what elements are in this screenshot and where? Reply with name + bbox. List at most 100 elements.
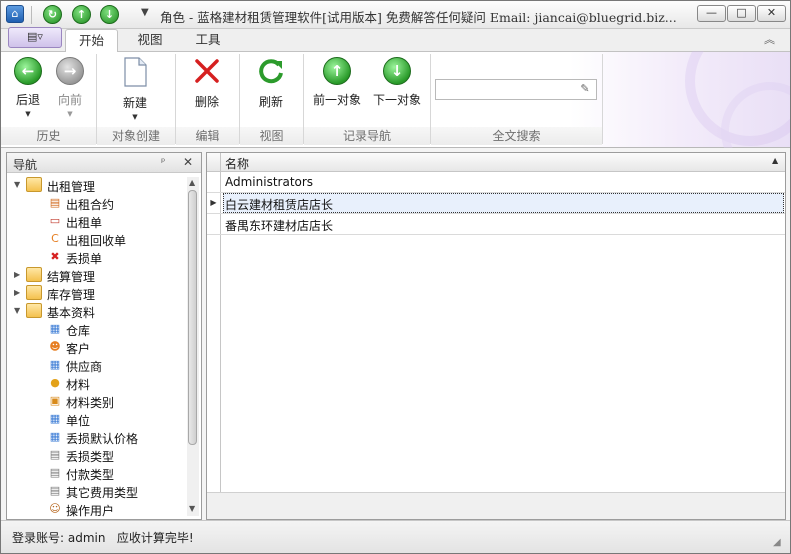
tree-item[interactable]: ▦ 丢损默认价格 [12, 428, 188, 446]
scroll-down-icon[interactable]: ▼ [189, 504, 195, 513]
tree-item[interactable]: ▤ 丢损类型 [12, 446, 188, 464]
pin-icon[interactable]: ᵖ [161, 157, 165, 168]
close-button[interactable]: ✕ [757, 5, 786, 22]
row-indicator [207, 172, 221, 192]
row-indicator-header [207, 153, 221, 172]
current-row-indicator-icon: ▶ [207, 193, 221, 213]
close-pane-icon[interactable]: ✕ [183, 155, 193, 169]
minimize-button[interactable]: — [697, 5, 726, 22]
navigation-title: 导航 [13, 158, 38, 172]
user-icon: ☺ [49, 502, 61, 515]
material-icon: ● [50, 376, 60, 389]
search-eraser-icon[interactable]: ✎ [577, 82, 593, 96]
group-separator [602, 54, 603, 144]
unit-icon: ▦ [49, 412, 61, 425]
grid-header [207, 153, 785, 172]
tree-item[interactable]: ☺ 操作用户 [12, 500, 188, 518]
refresh-button[interactable]: 刷新 [249, 57, 293, 110]
expand-arrow-icon[interactable]: ▶ [14, 270, 22, 279]
forward-arrow-icon: → [56, 57, 84, 85]
full-text-search-input[interactable] [435, 79, 597, 100]
home-icon[interactable]: ⌂ [6, 5, 24, 23]
scroll-up-icon[interactable]: ▲ [189, 178, 195, 187]
back-button[interactable]: ← 后退 ▼ [8, 57, 48, 118]
payment-type-icon: ▤ [49, 466, 61, 479]
tree-item[interactable]: ▭ 出租单 [12, 212, 188, 230]
tree-item[interactable]: ▼ 出租管理 [12, 176, 188, 194]
tree-item-label: 供应商 [66, 360, 103, 374]
tree-item-label: 操作用户 [66, 504, 115, 518]
group-label-record-navigation: 记录导航 [304, 127, 430, 145]
tree-item-label: 客户 [66, 342, 91, 356]
tab-home[interactable]: 开始 [65, 29, 118, 52]
tree-item-label: 结算管理 [47, 270, 96, 284]
tree-item[interactable]: ▶ 库存管理 [12, 284, 188, 302]
back-arrow-icon: ← [14, 57, 42, 85]
next-object-button[interactable]: ↓ 下一对象 [369, 57, 425, 108]
arrow-up-icon[interactable]: ↑ [72, 5, 91, 24]
group-label-history: 历史 [1, 127, 96, 145]
window-title: 角色 - 蓝格建材租赁管理软件[试用版本] 免费解答任何疑问 Email: ji… [160, 10, 677, 25]
expand-arrow-icon[interactable]: ▶ [14, 288, 22, 297]
collapse-ribbon-button[interactable]: ︽ [764, 31, 775, 47]
sort-ascending-icon: ▲ [772, 156, 779, 165]
tree-item[interactable]: ● 材料 [12, 374, 188, 392]
collapse-arrow-icon[interactable]: ▼ [14, 306, 22, 315]
group-label-full-text-search: 全文搜索 [431, 127, 602, 145]
tree-item[interactable]: ▦ 仓库 [12, 320, 188, 338]
tree-item[interactable]: ▦ 单位 [12, 410, 188, 428]
app-menu-button[interactable]: ▤▿ [8, 27, 62, 48]
grid-cell-name: 白云建材租赁店店长 [225, 198, 334, 212]
grid-row[interactable]: Administrators [207, 172, 785, 193]
tree-item[interactable]: ▤ 付款类型 [12, 464, 188, 482]
delete-button[interactable]: 删除 [186, 57, 228, 110]
collapse-arrow-icon[interactable]: ▼ [14, 180, 22, 189]
folder-icon [26, 303, 42, 318]
ribbon-tab-strip [0, 29, 791, 51]
new-button[interactable]: 新建 ▼ [113, 57, 157, 121]
contract-icon: ▤ [49, 196, 61, 209]
tab-view[interactable]: 视图 [122, 29, 178, 52]
tree-item-label: 丢损单 [66, 252, 103, 266]
tree-item-label: 基本资料 [47, 306, 96, 320]
back-label: 后退 [15, 93, 40, 107]
new-document-icon [124, 57, 147, 87]
tree-item[interactable]: ▶ 结算管理 [12, 266, 188, 284]
fee-type-icon: ▤ [49, 484, 61, 497]
tree-item[interactable]: ▤ 出租合约 [12, 194, 188, 212]
maximize-button[interactable]: □ [727, 5, 756, 22]
tab-tools[interactable]: 工具 [180, 29, 236, 52]
resize-grip-icon[interactable]: ◢ [773, 537, 781, 548]
customer-icon: ☻ [49, 340, 61, 353]
folder-icon [26, 285, 42, 300]
arrow-down-icon[interactable]: ↓ [100, 5, 119, 24]
refresh-icon[interactable]: ↻ [43, 5, 62, 24]
grid-row[interactable]: 番禺东环建材店店长 [207, 214, 785, 235]
customize-quick-access-button[interactable]: ▼ [141, 7, 149, 18]
warehouse-icon: ▦ [49, 322, 61, 335]
tree-item[interactable]: ▦ 供应商 [12, 356, 188, 374]
damage-icon: ✖ [50, 250, 60, 263]
dropdown-arrow-icon: ▼ [67, 110, 73, 118]
tree-item[interactable]: ✖ 丢损单 [12, 248, 188, 266]
tree-item[interactable]: ▤ 其它费用类型 [12, 482, 188, 500]
tree-item-label: 出租回收单 [66, 234, 127, 248]
tree-item[interactable]: ▼ 基本资料 [12, 302, 188, 320]
forward-button[interactable]: → 向前 ▼ [50, 57, 90, 118]
delete-label: 删除 [194, 95, 219, 109]
grid-row-selected[interactable]: ▶ 白云建材租赁店店长 [207, 193, 785, 214]
column-header-name[interactable]: 名称 [225, 155, 249, 172]
tree-item[interactable]: ☻ 客户 [12, 338, 188, 356]
refresh-icon [259, 59, 283, 84]
previous-object-button[interactable]: ↑ 前一对象 [309, 57, 365, 108]
price-icon: ▦ [49, 430, 61, 443]
tree-item-label: 材料 [66, 378, 91, 392]
tree-item-label: 库存管理 [47, 288, 96, 302]
next-object-label: 下一对象 [372, 93, 421, 107]
scrollbar-thumb[interactable] [188, 190, 197, 445]
toolbar-separator [31, 6, 32, 24]
tree-item[interactable]: C 出租回收单 [12, 230, 188, 248]
forward-label: 向前 [57, 93, 82, 107]
tree-item[interactable]: ▣ 材料类别 [12, 392, 188, 410]
status-text: 登录账号: admin 应收计算完毕! [12, 531, 194, 545]
